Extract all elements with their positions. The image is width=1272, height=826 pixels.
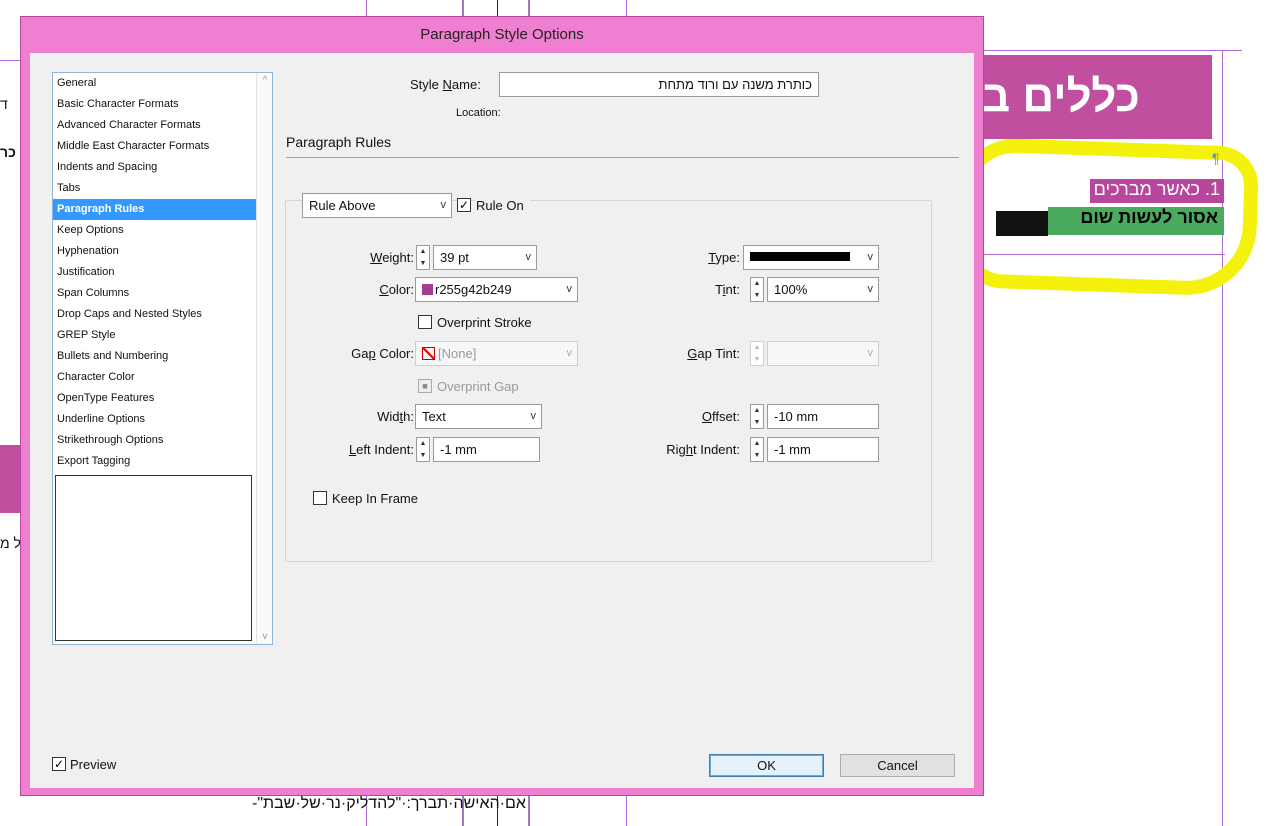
preview-label: Preview	[70, 757, 117, 772]
solid-line-icon	[750, 252, 850, 261]
scroll-down-icon[interactable]: v	[257, 631, 273, 642]
left-indent-stepper[interactable]: ▲ ▼	[416, 437, 430, 462]
rule-position-select[interactable]: Rule Above v	[302, 193, 452, 218]
width-label: Width:	[377, 409, 414, 424]
category-item[interactable]: Span Columns	[53, 283, 272, 304]
category-item[interactable]: OpenType Features	[53, 388, 272, 409]
tint-label: Tint:	[715, 282, 740, 297]
category-item[interactable]: Indents and Spacing	[53, 157, 272, 178]
category-item[interactable]: Export Tagging	[53, 451, 272, 472]
category-item[interactable]: Tabs	[53, 178, 272, 199]
category-item[interactable]: Underline Options	[53, 409, 272, 430]
list-item-2[interactable]: אסור לעשות שום	[1048, 207, 1224, 235]
none-swatch-icon	[422, 347, 435, 360]
chevron-down-icon: v	[525, 251, 532, 263]
color-label: Color:	[379, 282, 414, 297]
tint-stepper[interactable]: ▲ ▼	[750, 277, 764, 302]
weight-stepper[interactable]: ▲ ▼	[416, 245, 430, 270]
right-indent-stepper[interactable]: ▲ ▼	[750, 437, 764, 462]
offset-label: Offset:	[701, 409, 740, 424]
category-item[interactable]: Bullets and Numbering	[53, 346, 272, 367]
overprint-stroke-checkbox[interactable]	[418, 315, 432, 329]
offset-stepper[interactable]: ▲ ▼	[750, 404, 764, 429]
scroll-up-icon[interactable]: ^	[257, 75, 273, 86]
category-empty-area	[55, 475, 252, 641]
style-name-label: Style Name:	[410, 77, 481, 92]
gap-tint-stepper[interactable]: ▲ ▼	[750, 341, 764, 366]
gap-tint-label: Gap Tint:	[687, 346, 740, 361]
section-divider	[286, 157, 959, 158]
category-item[interactable]: Keep Options	[53, 220, 272, 241]
chevron-down-icon: v	[867, 251, 874, 263]
keep-in-frame-label: Keep In Frame	[332, 491, 418, 506]
chevron-down-icon: v	[530, 410, 537, 422]
category-items: General Basic Character Formats Advanced C…	[53, 73, 272, 472]
type-label: Type:	[708, 250, 740, 265]
gap-color-label: Gap Color:	[351, 346, 414, 361]
heading-text-frame[interactable]: כללים ב	[982, 55, 1212, 139]
section-title: Paragraph Rules	[286, 134, 392, 150]
text-fragment: ל מ	[0, 535, 21, 551]
text-fragment: כר	[0, 144, 16, 160]
pilcrow: ¶	[1212, 150, 1220, 166]
margin-guide	[980, 50, 1242, 51]
list-item-2-text: אסור לעשות שום	[1080, 207, 1218, 227]
dialog-title[interactable]: Paragraph Style Options	[21, 17, 983, 53]
frame-edge	[980, 254, 1225, 255]
category-item[interactable]: Character Color	[53, 367, 272, 388]
gap-tint-select[interactable]: v	[767, 341, 879, 366]
location-label: Location:	[456, 107, 501, 119]
chevron-down-icon: v	[867, 347, 874, 359]
tint-select[interactable]: 100% v	[767, 277, 879, 302]
category-item[interactable]: Justification	[53, 262, 272, 283]
heading-text: כללים ב	[982, 72, 1140, 121]
left-indent-label: Left Indent:	[348, 442, 414, 457]
overprint-gap-label: Overprint Gap	[437, 379, 519, 394]
chevron-down-icon: v	[566, 347, 573, 359]
preview-checkbox[interactable]: ✓	[52, 757, 66, 771]
left-indent-input[interactable]: -1 mm	[433, 437, 540, 462]
weight-label: Weight:	[370, 250, 414, 265]
bottom-text: אם·האישה·תברך:·"להדליק·נר·של·שבת"-	[252, 795, 526, 812]
rule-on-label: Rule On	[476, 198, 530, 213]
gap-color-select[interactable]: [None] v	[415, 341, 578, 366]
text-fragment: ד	[0, 96, 8, 112]
category-item[interactable]: Basic Character Formats	[53, 94, 272, 115]
overprint-stroke-label: Overprint Stroke	[437, 315, 532, 330]
style-name-input[interactable]: כותרת משנה עם ורוד מתחת	[499, 72, 819, 97]
paragraph-style-options-dialog: Paragraph Style Options General Basic Cha…	[20, 16, 984, 796]
weight-select[interactable]: 39 pt v	[433, 245, 537, 270]
category-item[interactable]: Drop Caps and Nested Styles	[53, 304, 272, 325]
chevron-down-icon: v	[440, 199, 447, 211]
category-item[interactable]: Paragraph Rules	[53, 199, 272, 220]
offset-input[interactable]: -10 mm	[767, 404, 879, 429]
color-swatch-icon	[422, 284, 433, 295]
list-item-1[interactable]: 1. כאשר מברכים	[1089, 179, 1224, 203]
rule-on-checkbox[interactable]: ✓	[457, 198, 471, 212]
right-indent-input[interactable]: -1 mm	[767, 437, 879, 462]
margin-guide	[0, 60, 20, 61]
type-select[interactable]: v	[743, 245, 879, 270]
list-item-1-text: 1. כאשר מברכים	[1093, 179, 1220, 199]
color-select[interactable]: r255g42b249 v	[415, 277, 578, 302]
chevron-down-icon: v	[867, 283, 874, 295]
cancel-button[interactable]: Cancel	[840, 754, 955, 777]
category-item[interactable]: General	[53, 73, 272, 94]
width-select[interactable]: Text v	[415, 404, 542, 429]
category-item[interactable]: Hyphenation	[53, 241, 272, 262]
category-scrollbar[interactable]: ^ v	[256, 73, 272, 644]
category-list[interactable]: General Basic Character Formats Advanced C…	[52, 72, 273, 645]
category-item[interactable]: Strikethrough Options	[53, 430, 272, 451]
ok-button[interactable]: OK	[709, 754, 824, 777]
right-indent-label: Right Indent:	[666, 442, 740, 457]
dialog-body: General Basic Character Formats Advanced C…	[30, 53, 974, 788]
category-item[interactable]: Middle East Character Formats	[53, 136, 272, 157]
chevron-down-icon: v	[566, 283, 573, 295]
category-item[interactable]: GREP Style	[53, 325, 272, 346]
category-item[interactable]: Advanced Character Formats	[53, 115, 272, 136]
keep-in-frame-checkbox[interactable]	[313, 491, 327, 505]
rule-block	[996, 211, 1048, 236]
overprint-gap-checkbox[interactable]: ■	[418, 379, 432, 393]
